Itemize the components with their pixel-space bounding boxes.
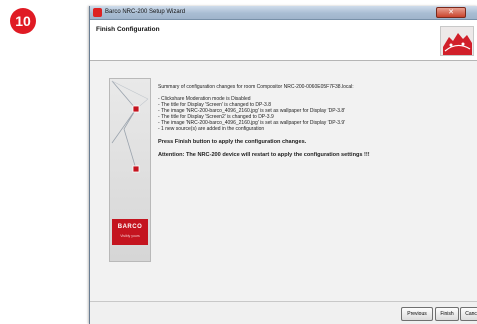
wizard-graphic-icon bbox=[111, 80, 149, 173]
restart-warning: Attention: The NRC-200 device will resta… bbox=[158, 152, 370, 158]
previous-button[interactable]: Previous bbox=[401, 307, 433, 321]
step-number-badge: 10 bbox=[10, 8, 36, 34]
cancel-button[interactable]: Cancel bbox=[460, 307, 477, 321]
brand-tagline: Visibly yours bbox=[120, 234, 140, 238]
close-button[interactable]: ✕ bbox=[436, 7, 466, 18]
page-title: Finish Configuration bbox=[96, 26, 160, 33]
finish-button[interactable]: Finish bbox=[435, 307, 459, 321]
summary-text: Summary of configuration changes for roo… bbox=[158, 84, 354, 90]
header-logo-icon bbox=[440, 26, 474, 56]
change-list: - Clickshare Moderation mode is Disabled… bbox=[158, 96, 476, 132]
wizard-sidebar: BARCO Visibly yours bbox=[109, 78, 151, 262]
title-bar[interactable]: Barco NRC-200 Setup Wizard ✕ bbox=[90, 6, 477, 20]
setup-wizard-window: Barco NRC-200 Setup Wizard ✕ Finish Conf… bbox=[89, 6, 477, 324]
press-finish-instruction: Press Finish button to apply the configu… bbox=[158, 139, 307, 145]
window-title: Barco NRC-200 Setup Wizard bbox=[105, 9, 186, 15]
button-bar: Previous Finish Cancel bbox=[90, 301, 477, 324]
change-item: - 1 new source(s) are added in the confi… bbox=[158, 126, 265, 132]
barco-logo: BARCO Visibly yours bbox=[112, 219, 148, 245]
wizard-header: Finish Configuration bbox=[90, 20, 477, 61]
app-icon bbox=[93, 8, 102, 17]
brand-name: BARCO bbox=[117, 224, 143, 230]
summary-content: Summary of configuration changes for roo… bbox=[158, 84, 476, 158]
